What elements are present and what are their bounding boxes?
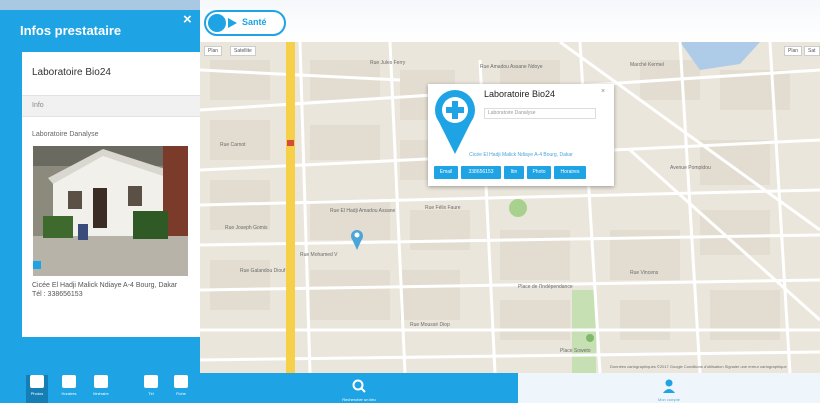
street-label: Avenue Pompidou (670, 165, 711, 171)
sidebar-title: Infos prestataire (20, 23, 122, 38)
info-section-label: Info (32, 102, 44, 109)
bottom-bar: Rechercher un lieu Mon compte (200, 373, 820, 403)
street-label: Marché Kermel (630, 62, 664, 68)
street-label: Rue Félix Faure (425, 205, 461, 211)
info-address: Cicée El Hadji Malick Ndiaye A-4 Bourg, … (469, 152, 573, 158)
category-label: Santé (242, 17, 267, 27)
building-photo-image (33, 146, 188, 276)
map-attribution: Données cartographiques ©2017 Google Con… (610, 364, 787, 369)
search-icon (352, 379, 366, 393)
street-label: Rue Joseph Gomis (225, 225, 268, 231)
street-label: Place de l'Indépendance (518, 284, 573, 290)
info-section-header: Info (22, 95, 200, 117)
map-sat-toggle[interactable]: Sat (804, 46, 820, 56)
map-canvas[interactable] (200, 0, 820, 373)
provider-address-line: Cicée El Hadji Malick Ndiaye A-4 Bourg, … (32, 282, 178, 289)
user-icon (663, 379, 675, 393)
tab-itineraire[interactable]: Itinéraire (90, 375, 112, 403)
info-route-button[interactable]: Itin (504, 166, 524, 179)
map[interactable]: Rue Jules Ferry Rue Amadou Assane Ndoye … (200, 0, 820, 373)
tab-photos[interactable]: Photos (26, 375, 48, 403)
provider-phone: Tél : 338656153 (32, 291, 83, 298)
map-info-window: × Laboratoire Bio24 Laboratoire Danalyse… (428, 84, 614, 186)
info-photo-button[interactable]: Photo (527, 166, 551, 179)
tab-fiche[interactable]: Fiche (170, 375, 192, 403)
street-label: Place Soweto (560, 348, 591, 354)
info-title: Laboratoire Bio24 (484, 89, 556, 99)
street-label: Rue El Hadji Amadou Assane (330, 208, 396, 214)
calendar-icon (62, 375, 76, 388)
info-close-button[interactable]: × (601, 88, 605, 95)
category-dot-icon (208, 14, 226, 32)
phone-icon (144, 375, 158, 388)
info-subtitle: Laboratoire Danalyse (484, 108, 596, 119)
account-tab-label: Mon compte (657, 397, 680, 402)
provider-category: Laboratoire Danalyse (32, 131, 99, 138)
sidebar-icon-bar: Photos Horaires Itinéraire Tél Fiche (22, 372, 200, 403)
maptype-satellite-button[interactable]: Satellite (230, 46, 256, 56)
street-label: Rue Amadou Assane Ndoye (480, 64, 543, 70)
street-label: Rue Mohamed V (300, 252, 338, 258)
card-icon (174, 375, 188, 388)
info-hours-button[interactable]: Horaires (554, 166, 586, 179)
street-label: Rue Vincens (630, 270, 659, 276)
tab-horaires-label: Horaires (61, 391, 77, 396)
sidebar-top-strip (0, 0, 200, 10)
health-marker-icon (435, 90, 475, 154)
image-icon (30, 375, 44, 388)
map-topbar (200, 0, 820, 42)
street-label: Rue Galandou Diouf (240, 268, 286, 274)
info-email-button[interactable]: Email (434, 166, 458, 179)
provider-address: Cicée El Hadji Malick Ndiaye A-4 Bourg, … (32, 281, 192, 299)
provider-name: Laboratoire Bio24 (32, 67, 111, 78)
street-label: Rue Jules Ferry (370, 60, 406, 66)
street-label: Rue Moussé Diop (410, 322, 450, 328)
provider-panel: Laboratoire Bio24 Info Laboratoire Danal… (22, 52, 200, 337)
tab-horaires[interactable]: Horaires (58, 375, 80, 403)
street-label: Rue Carnot (220, 142, 246, 148)
directions-icon (94, 375, 108, 388)
tab-tel[interactable]: Tél (140, 375, 162, 403)
sidebar: Infos prestataire × Laboratoire Bio24 In… (0, 0, 200, 403)
tab-fiche-label: Fiche (176, 391, 186, 396)
map-plan-toggle[interactable]: Plan (784, 46, 803, 56)
account-tab[interactable]: Mon compte (518, 373, 820, 403)
info-phone-button[interactable]: 338656153 (461, 166, 501, 179)
sidebar-close-button[interactable]: × (183, 12, 192, 27)
maptype-plan-button[interactable]: Plan (204, 46, 223, 56)
play-icon (228, 18, 237, 28)
category-button[interactable]: Santé (204, 10, 286, 36)
provider-photo[interactable] (33, 146, 188, 276)
tab-itineraire-label: Itinéraire (93, 391, 109, 396)
tab-tel-label: Tél (148, 391, 154, 396)
app-root: Rue Jules Ferry Rue Amadou Assane Ndoye … (0, 0, 820, 403)
search-tab-label: Rechercher un lieu (342, 397, 376, 402)
tab-photos-label: Photos (30, 391, 44, 396)
search-tab[interactable]: Rechercher un lieu (200, 373, 518, 403)
